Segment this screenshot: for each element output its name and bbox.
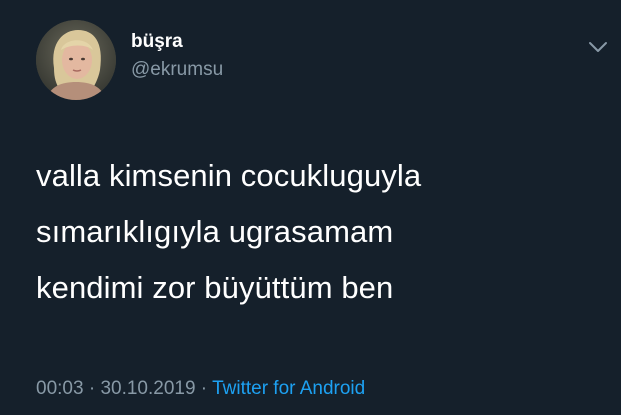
tweet-time[interactable]: 00:03 bbox=[36, 378, 84, 399]
avatar[interactable] bbox=[36, 20, 116, 100]
author-handle[interactable]: @ekrumsu bbox=[131, 58, 223, 82]
author-display-name[interactable]: büşra bbox=[131, 30, 183, 54]
tweet-metadata: 00:03 · 30.10.2019 · Twitter for Android bbox=[36, 377, 365, 401]
chevron-down-icon[interactable] bbox=[586, 38, 610, 56]
meta-separator: · bbox=[195, 378, 213, 399]
meta-separator: · bbox=[83, 378, 101, 399]
tweet-date[interactable]: 30.10.2019 bbox=[100, 378, 195, 399]
tweet-source-link[interactable]: Twitter for Android bbox=[212, 378, 365, 399]
avatar-image bbox=[36, 20, 116, 100]
tweet-text: valla kimsenin cocukluguyla sımarıklıgıy… bbox=[36, 158, 422, 305]
tweet-card: büşra @ekrumsu valla kimsenin cocukluguy… bbox=[0, 0, 621, 415]
